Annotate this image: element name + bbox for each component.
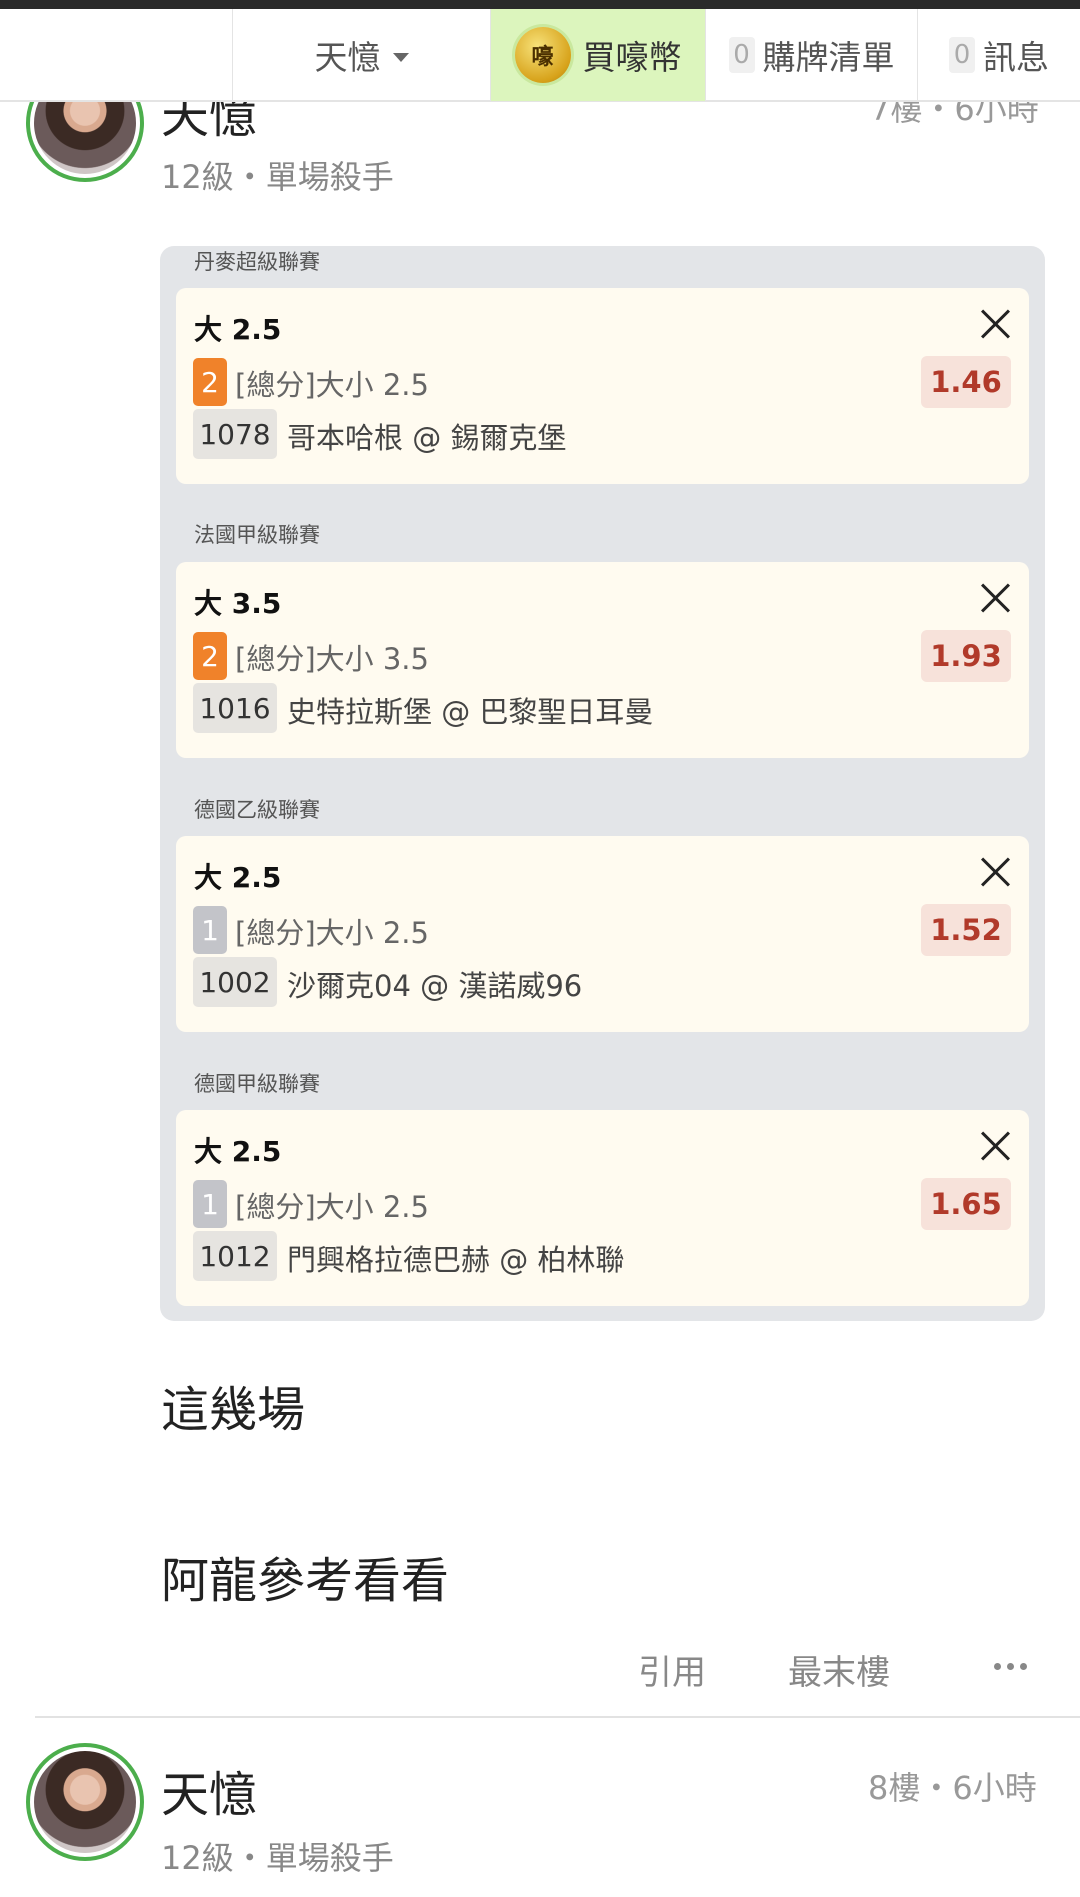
bet-teams: 哥本哈根 @ 錫爾克堡 (287, 421, 567, 455)
messages-count: 0 (949, 37, 975, 73)
divider (35, 1716, 1080, 1718)
bet-title: 大 2.5 (194, 313, 282, 346)
close-icon[interactable] (979, 1130, 1011, 1162)
league-label: 法國甲級聯賽 (194, 523, 320, 547)
bet-odds: 1.93 (921, 630, 1011, 682)
status-strip (0, 0, 1080, 9)
bet-teams: 沙爾克04 @ 漢諾威96 (287, 969, 583, 1003)
bet-card: 大 3.5 2 [總分]大小 3.5 1.93 1016 史特拉斯堡 @ 巴黎聖… (176, 562, 1029, 758)
league-label: 丹麥超級聯賽 (194, 250, 320, 274)
bet-badge: 1 (193, 1180, 227, 1228)
purchase-list-count: 0 (728, 37, 755, 73)
purchase-list-button[interactable]: 0 購牌清單 (705, 9, 917, 101)
bet-card: 大 2.5 1 [總分]大小 2.5 1.65 1012 門興格拉德巴赫 @ 柏… (176, 1110, 1029, 1306)
buy-coins-label: 買嚎幣 (582, 38, 682, 77)
game-number: 1016 (193, 683, 277, 733)
messages-label: 訊息 (983, 38, 1049, 77)
quote-button[interactable]: 引用 (638, 1645, 706, 1694)
bet-odds: 1.52 (921, 904, 1011, 956)
game-number: 1078 (193, 409, 277, 459)
avatar[interactable] (26, 1743, 144, 1861)
bet-badge: 2 (193, 632, 227, 680)
bet-panel: 丹麥超級聯賽 大 2.5 2 [總分]大小 2.5 1.46 1078 哥本哈根… (160, 246, 1045, 1321)
purchase-list-label: 購牌清單 (762, 38, 895, 77)
bet-market: [總分]大小 3.5 (235, 642, 429, 676)
bet-odds: 1.46 (921, 356, 1011, 408)
bet-teams: 門興格拉德巴赫 @ 柏林聯 (287, 1243, 625, 1277)
bet-card: 大 2.5 2 [總分]大小 2.5 1.46 1078 哥本哈根 @ 錫爾克堡 (176, 288, 1029, 484)
bet-badge: 2 (193, 358, 227, 406)
bet-title: 大 3.5 (194, 587, 282, 620)
bet-market: [總分]大小 2.5 (235, 916, 429, 950)
user-menu-label: 天憶 (314, 38, 381, 77)
top-bar: 天憶 嚎 買嚎幣 0 購牌清單 0 訊息 (0, 0, 1080, 102)
league-label: 德國乙級聯賽 (194, 798, 320, 822)
league-label: 德國甲級聯賽 (194, 1072, 320, 1096)
bet-market: [總分]大小 2.5 (235, 368, 429, 402)
post-author-level: 12級・單場殺手 (161, 1839, 394, 1877)
post-body-line: 這幾場 (161, 1382, 306, 1438)
post-author-level: 12級・單場殺手 (161, 158, 394, 196)
game-number: 1012 (193, 1231, 277, 1281)
last-floor-button[interactable]: 最末樓 (788, 1645, 890, 1694)
more-options-icon[interactable] (994, 1663, 1027, 1670)
close-icon[interactable] (979, 856, 1011, 888)
bet-badge: 1 (193, 906, 227, 954)
bet-title: 大 2.5 (194, 861, 282, 894)
bet-teams: 史特拉斯堡 @ 巴黎聖日耳曼 (287, 695, 654, 729)
close-icon[interactable] (979, 582, 1011, 614)
post-author-name[interactable]: 天憶 (161, 1755, 257, 1825)
bet-odds: 1.65 (921, 1178, 1011, 1230)
bet-card: 大 2.5 1 [總分]大小 2.5 1.52 1002 沙爾克04 @ 漢諾威… (176, 836, 1029, 1032)
game-number: 1002 (193, 957, 277, 1007)
coin-icon: 嚎 (514, 27, 571, 83)
buy-coins-button[interactable]: 嚎 買嚎幣 (490, 9, 705, 101)
messages-button[interactable]: 0 訊息 (917, 9, 1080, 101)
post-body-line: 阿龍參考看看 (161, 1553, 450, 1609)
bet-market: [總分]大小 2.5 (235, 1190, 429, 1224)
post-meta: 8樓・6小時 (868, 1769, 1037, 1807)
caret-down-icon (392, 52, 409, 62)
bet-title: 大 2.5 (194, 1135, 282, 1168)
user-menu[interactable]: 天憶 (232, 9, 490, 101)
close-icon[interactable] (979, 308, 1011, 340)
